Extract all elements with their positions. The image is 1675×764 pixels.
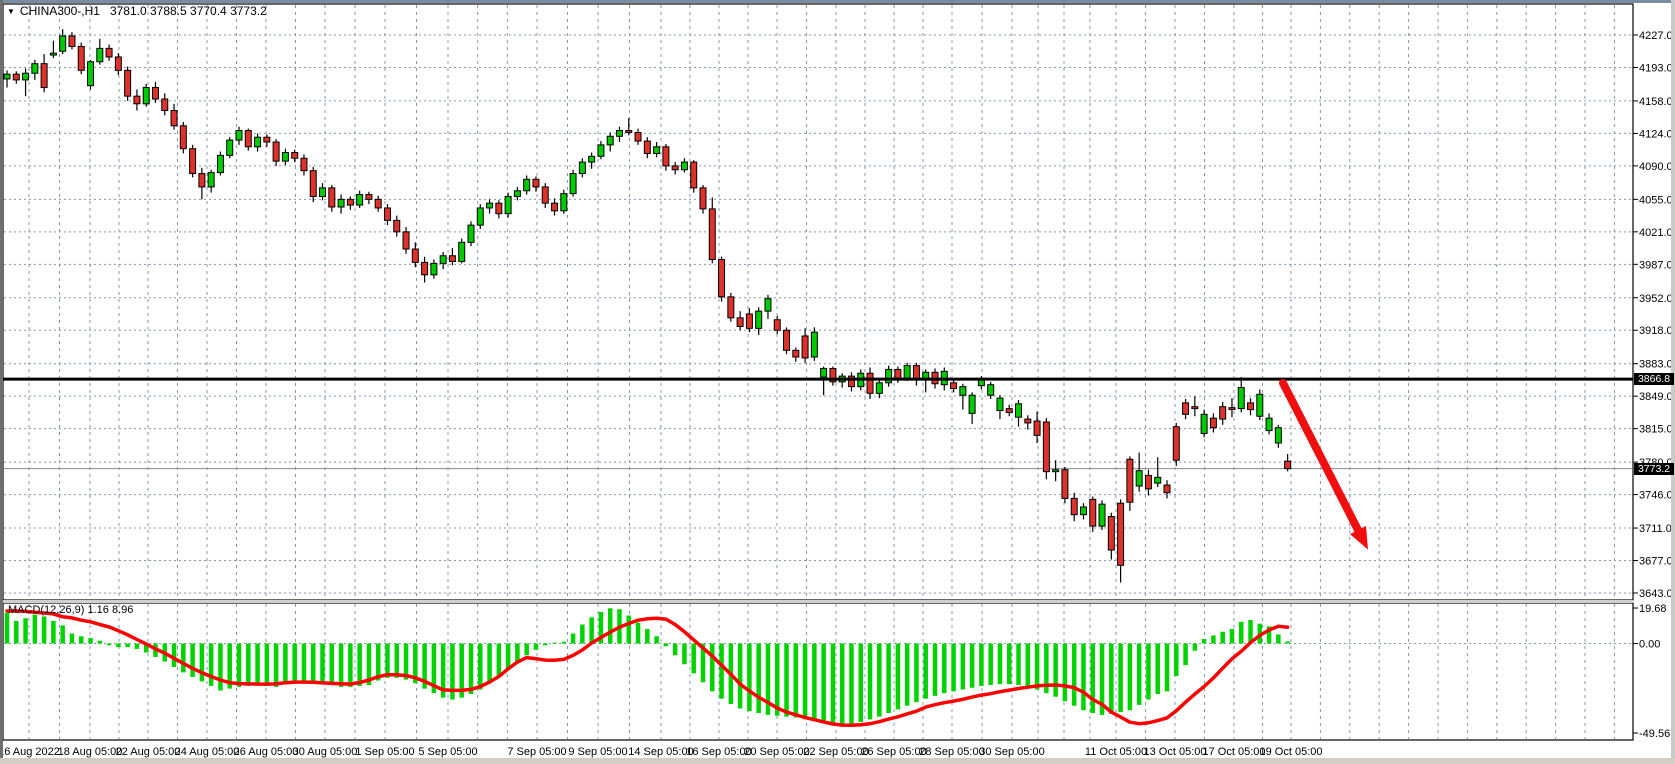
candle bbox=[1043, 418, 1049, 479]
candle bbox=[784, 327, 790, 354]
window-top-edge bbox=[0, 0, 1675, 3]
hline-price-tag: 3866.8 bbox=[1634, 373, 1674, 385]
svg-text:28 Sep 05:00: 28 Sep 05:00 bbox=[919, 746, 984, 758]
svg-text:24 Aug 05:00: 24 Aug 05:00 bbox=[175, 746, 240, 758]
current-price-tag: 3773.2 bbox=[1634, 463, 1674, 475]
candle bbox=[88, 60, 94, 90]
pane-splitter[interactable] bbox=[3, 600, 1633, 603]
symbol-period-label: CHINA300-,H1 bbox=[20, 4, 100, 18]
svg-text:3849.0: 3849.0 bbox=[1639, 391, 1673, 403]
svg-text:4090.0: 4090.0 bbox=[1639, 161, 1673, 173]
svg-text:16 Aug 2022: 16 Aug 2022 bbox=[0, 746, 60, 758]
candle bbox=[1062, 467, 1068, 503]
candle bbox=[217, 152, 223, 176]
svg-text:4193.0: 4193.0 bbox=[1639, 62, 1673, 74]
svg-text:0.00: 0.00 bbox=[1639, 639, 1660, 651]
collapse-icon[interactable]: ▼ bbox=[7, 7, 15, 16]
candle bbox=[125, 67, 131, 101]
svg-text:4055.0: 4055.0 bbox=[1639, 194, 1673, 206]
window-bottom-edge bbox=[0, 758, 1675, 764]
window-left-edge bbox=[0, 0, 3, 760]
main-pane[interactable] bbox=[3, 4, 1633, 600]
candle bbox=[1257, 389, 1263, 420]
macd-indicator-label: MACD(12,26,9) 1.16 8.96 bbox=[8, 604, 133, 616]
candle bbox=[78, 43, 84, 75]
svg-text:26 Aug 05:00: 26 Aug 05:00 bbox=[234, 746, 299, 758]
svg-text:5 Sep 05:00: 5 Sep 05:00 bbox=[418, 746, 477, 758]
candle bbox=[561, 190, 567, 214]
candle bbox=[143, 84, 149, 107]
candle bbox=[468, 221, 474, 246]
svg-text:20 Sep 05:00: 20 Sep 05:00 bbox=[744, 746, 809, 758]
svg-text:1 Sep 05:00: 1 Sep 05:00 bbox=[355, 746, 414, 758]
svg-text:4124.0: 4124.0 bbox=[1639, 128, 1673, 140]
candle bbox=[570, 170, 576, 197]
candle bbox=[811, 327, 817, 360]
chart-window: 4227.0 4193.0 4158.0 4124.0 4090.0 4055.0 4021… bbox=[0, 0, 1675, 764]
svg-text:19.68: 19.68 bbox=[1639, 603, 1667, 615]
svg-text:3987.0: 3987.0 bbox=[1639, 259, 1673, 271]
ohlc-readout: 3781.0 3788.5 3770.4 3773.2 bbox=[110, 4, 267, 18]
svg-text:11 Oct 05:00: 11 Oct 05:00 bbox=[1085, 746, 1147, 758]
svg-text:7 Sep 05:00: 7 Sep 05:00 bbox=[507, 746, 566, 758]
svg-text:3643.0: 3643.0 bbox=[1639, 588, 1673, 600]
candle bbox=[728, 293, 734, 322]
candle bbox=[227, 137, 233, 158]
svg-text:4021.0: 4021.0 bbox=[1639, 227, 1673, 239]
svg-text:30 Aug 05:00: 30 Aug 05:00 bbox=[293, 746, 358, 758]
svg-text:4158.0: 4158.0 bbox=[1639, 96, 1673, 108]
candle bbox=[700, 185, 706, 214]
svg-text:3918.0: 3918.0 bbox=[1639, 325, 1673, 337]
svg-text:16 Sep 05:00: 16 Sep 05:00 bbox=[686, 746, 751, 758]
candle bbox=[459, 239, 465, 264]
candle bbox=[180, 122, 186, 154]
candle bbox=[1127, 456, 1133, 510]
svg-text:-49.56: -49.56 bbox=[1639, 728, 1670, 740]
candle bbox=[310, 167, 316, 202]
chart-title: ▼ CHINA300-,H1 3781.0 3788.5 3770.4 3773.2 bbox=[7, 4, 267, 18]
svg-text:3746.0: 3746.0 bbox=[1639, 490, 1673, 502]
svg-text:4227.0: 4227.0 bbox=[1639, 30, 1673, 42]
candle bbox=[1090, 497, 1096, 532]
svg-text:22 Aug 05:00: 22 Aug 05:00 bbox=[116, 746, 181, 758]
candle bbox=[190, 145, 196, 177]
candle bbox=[691, 160, 697, 192]
candle bbox=[505, 193, 511, 218]
svg-text:19 Oct 05:00: 19 Oct 05:00 bbox=[1260, 746, 1323, 758]
svg-text:14 Sep 05:00: 14 Sep 05:00 bbox=[628, 746, 693, 758]
svg-text:18 Aug 05:00: 18 Aug 05:00 bbox=[58, 746, 123, 758]
candle bbox=[1173, 423, 1179, 466]
svg-text:3815.0: 3815.0 bbox=[1639, 424, 1673, 436]
candle bbox=[1099, 500, 1105, 530]
chart-canvas[interactable]: 4227.0 4193.0 4158.0 4124.0 4090.0 4055.0 4021… bbox=[0, 0, 1675, 764]
svg-text:26 Sep 05:00: 26 Sep 05:00 bbox=[861, 746, 926, 758]
svg-text:22 Sep 05:00: 22 Sep 05:00 bbox=[803, 746, 868, 758]
time-axis-labels: 16 Aug 202218 Aug 05:0022 Aug 05:0024 Au… bbox=[0, 746, 1323, 758]
svg-text:3952.0: 3952.0 bbox=[1639, 293, 1673, 305]
svg-text:3883.0: 3883.0 bbox=[1639, 359, 1673, 371]
svg-text:13 Oct 05:00: 13 Oct 05:00 bbox=[1144, 746, 1207, 758]
svg-text:3711.0: 3711.0 bbox=[1639, 523, 1672, 535]
svg-text:30 Sep 05:00: 30 Sep 05:00 bbox=[979, 746, 1044, 758]
svg-text:3677.0: 3677.0 bbox=[1639, 556, 1673, 568]
svg-text:9 Sep 05:00: 9 Sep 05:00 bbox=[568, 746, 627, 758]
macd-values: 1.16 8.96 bbox=[87, 604, 133, 616]
candle bbox=[719, 257, 725, 302]
svg-text:17 Oct 05:00: 17 Oct 05:00 bbox=[1203, 746, 1266, 758]
candle bbox=[477, 204, 483, 229]
